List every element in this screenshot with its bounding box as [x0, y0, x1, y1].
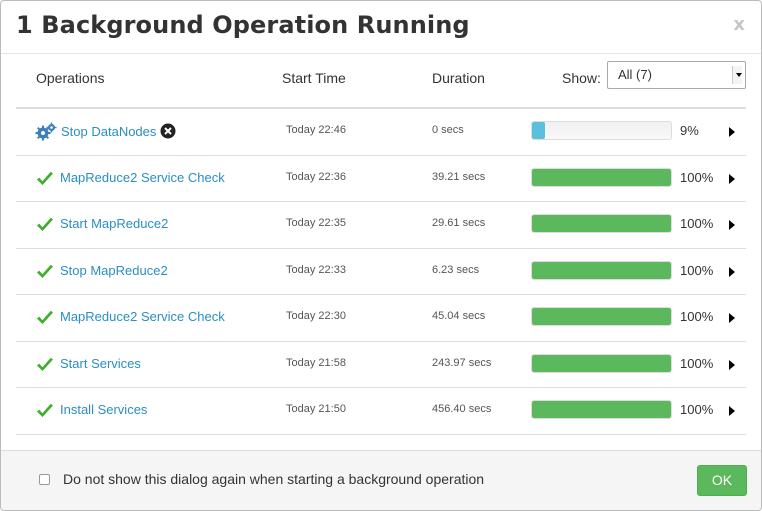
checkmark-icon: [36, 357, 56, 375]
ok-button[interactable]: OK: [697, 465, 747, 496]
progress-fill: [532, 308, 671, 325]
checkmark-icon: [36, 264, 56, 282]
expand-caret-icon[interactable]: [729, 173, 735, 184]
operation-name-link[interactable]: Start MapReduce2: [60, 216, 168, 231]
checkmark-icon: [36, 310, 56, 328]
progress-bar: [531, 214, 672, 233]
do-not-show-checkbox[interactable]: [39, 474, 50, 485]
operation-name-text: Stop MapReduce2: [60, 262, 168, 278]
operation-name-link[interactable]: Stop MapReduce2: [60, 263, 168, 278]
operation-name-text: MapReduce2 Service Check: [60, 309, 225, 324]
duration: 456.40 secs: [432, 403, 492, 415]
show-filter-value: All (7): [618, 67, 652, 82]
progress-bar: [531, 167, 672, 187]
header-operations: Operations: [36, 70, 105, 86]
operation-name-text: Start MapReduce2: [60, 216, 169, 231]
operation-name-link[interactable]: Start Services: [60, 356, 141, 371]
duration: 39.21 secs: [432, 170, 486, 183]
progress-fill: [532, 401, 671, 418]
table-row: Install Services Today 21:50 456.40 secs 10…: [16, 388, 746, 435]
checkmark-icon: [36, 171, 56, 189]
operations-table: Operations Start Time Duration Show: All…: [16, 54, 746, 435]
start-time: Today 22:35: [286, 217, 346, 229]
dialog-footer: Do not show this dialog again when start…: [1, 450, 761, 510]
progress-bar: [531, 307, 672, 326]
header-start-time: Start Time: [282, 70, 346, 86]
progress-percent: 9%: [680, 123, 699, 138]
operation-name-text: Start Services: [60, 355, 141, 371]
expand-caret-icon[interactable]: [729, 127, 735, 137]
checkmark-icon: [36, 217, 56, 235]
table-row: Start MapReduce2 Today 22:35 29.61 secs 100…: [16, 202, 746, 249]
start-time: Today 22:33: [286, 263, 346, 276]
duration: 45.04 secs: [432, 310, 486, 322]
chevron-down-icon[interactable]: [732, 66, 742, 84]
progress-percent: 100%: [680, 402, 714, 417]
gears-icon: [35, 122, 57, 141]
operation-name-link[interactable]: Install Services: [60, 402, 147, 417]
progress-fill: [532, 168, 671, 186]
show-label: Show:: [562, 70, 601, 86]
progress-percent: 100%: [680, 355, 714, 371]
expand-caret-icon[interactable]: [729, 266, 735, 277]
progress-percent: 100%: [680, 309, 714, 324]
show-filter-select[interactable]: All (7): [607, 61, 746, 89]
table-header: Operations Start Time Duration Show: All…: [16, 54, 746, 109]
table-row: MapReduce2 Service Check Today 22:36 39.21…: [16, 156, 746, 202]
start-time: Today 22:46: [286, 124, 346, 136]
duration: 0 secs: [432, 124, 464, 136]
progress-fill: [532, 354, 671, 372]
cancel-operation-icon[interactable]: [160, 123, 176, 142]
start-time: Today 22:30: [286, 310, 346, 322]
operation-name-link[interactable]: MapReduce2 Service Check: [60, 309, 225, 324]
dialog-header: 1 Background Operation Running x: [1, 1, 761, 54]
start-time: Today 22:36: [286, 170, 346, 183]
progress-percent: 100%: [680, 169, 714, 185]
close-icon[interactable]: x: [733, 14, 745, 35]
progress-percent: 100%: [680, 216, 714, 231]
background-operations-dialog: 1 Background Operation Running x Operati…: [0, 0, 762, 511]
duration: 243.97 secs: [432, 356, 492, 369]
expand-caret-icon[interactable]: [729, 406, 735, 416]
operation-name-link[interactable]: Stop DataNodes: [61, 123, 176, 142]
expand-caret-icon[interactable]: [729, 359, 735, 370]
dialog-title: 1 Background Operation Running: [16, 11, 470, 39]
expand-caret-icon[interactable]: [729, 313, 735, 323]
duration: 29.61 secs: [432, 217, 486, 229]
table-row: Stop MapReduce2 Today 22:33 6.23 secs 100%: [16, 249, 746, 295]
progress-fill: [532, 261, 671, 279]
checkmark-icon: [36, 403, 56, 421]
start-time: Today 21:58: [286, 356, 346, 369]
progress-percent: 100%: [680, 262, 714, 278]
operation-name-text: Install Services: [60, 402, 148, 417]
table-row: Start Services Today 21:58 243.97 secs 100%: [16, 342, 746, 388]
expand-caret-icon[interactable]: [729, 220, 735, 230]
header-duration: Duration: [432, 70, 485, 86]
duration: 6.23 secs: [432, 263, 480, 276]
operations-list: Stop DataNodes Today 22:46 0 secs 9% MapRedu…: [16, 109, 746, 435]
do-not-show-label: Do not show this dialog again when start…: [63, 471, 485, 487]
progress-fill: [532, 215, 671, 232]
operation-name-link[interactable]: MapReduce2 Service Check: [60, 170, 225, 185]
table-row: Stop DataNodes Today 22:46 0 secs 9%: [16, 109, 746, 156]
start-time: Today 21:50: [286, 403, 346, 415]
progress-fill: [532, 122, 545, 139]
progress-bar: [531, 121, 672, 140]
progress-bar: [531, 400, 672, 419]
progress-bar: [531, 260, 672, 280]
table-row: MapReduce2 Service Check Today 22:30 45.04…: [16, 295, 746, 342]
operation-name-text: MapReduce2 Service Check: [60, 169, 225, 185]
progress-bar: [531, 353, 672, 373]
operation-name-text: Stop DataNodes: [61, 124, 157, 139]
